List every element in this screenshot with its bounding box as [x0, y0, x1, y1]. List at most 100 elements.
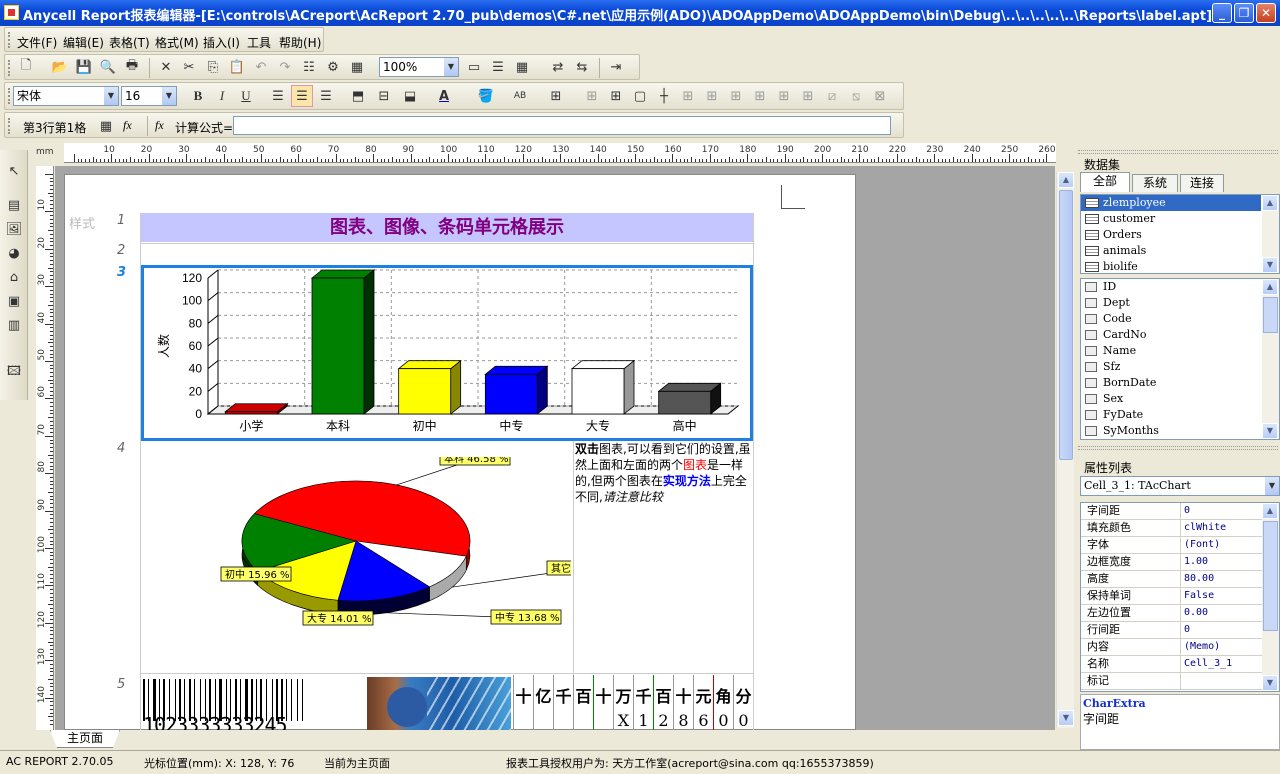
property-row[interactable]: 字体 (Font): [1081, 537, 1263, 554]
scroll-down-icon[interactable]: ▼: [1262, 675, 1278, 691]
money-cell-icon[interactable]: ▥: [3, 314, 25, 336]
text-style-icon[interactable]: AB: [509, 85, 531, 107]
valign-top-icon[interactable]: ⬒: [347, 85, 369, 107]
property-value[interactable]: 80.00: [1181, 571, 1214, 587]
field-item[interactable]: Name: [1081, 343, 1279, 359]
underline-button[interactable]: U: [235, 85, 257, 107]
diag-down-icon[interactable]: ⧄: [821, 85, 843, 107]
exit-icon[interactable]: ⇥: [605, 56, 627, 78]
border-none-icon[interactable]: ⊞: [581, 85, 603, 107]
border-right-icon[interactable]: ⊞: [725, 85, 747, 107]
preview-icon[interactable]: 🔍: [97, 56, 119, 78]
settings-icon[interactable]: ⚙: [322, 56, 344, 78]
swap-icon[interactable]: ⇄: [547, 56, 569, 78]
photo-image[interactable]: [367, 677, 511, 731]
note-text[interactable]: 双击图表,可以看到它们的设置,虽然上面和左面的两个图表是一样的,但两个图表在实现…: [575, 441, 753, 505]
field-list[interactable]: ID Dept Code CardNo Name Sfz BornDate Sex FyDate…: [1080, 278, 1280, 440]
border-h-icon[interactable]: ⊞: [677, 85, 699, 107]
field-item[interactable]: CardNo: [1081, 327, 1279, 343]
fill-color-icon[interactable]: 🪣: [475, 85, 497, 107]
scroll-thumb[interactable]: [1263, 521, 1278, 631]
property-row[interactable]: 字间距 0: [1081, 503, 1263, 520]
field-item[interactable]: Sfz: [1081, 359, 1279, 375]
cut-icon[interactable]: ✂: [178, 56, 200, 78]
rows-icon[interactable]: ☰: [487, 56, 509, 78]
property-row[interactable]: 行间距 0: [1081, 622, 1263, 639]
print-icon[interactable]: 🖶: [121, 56, 143, 78]
dataset-scrollbar[interactable]: ▲ ▼: [1262, 195, 1279, 273]
open-icon[interactable]: 📂: [49, 56, 71, 78]
field-item[interactable]: Code: [1081, 311, 1279, 327]
money-grid[interactable]: 十亿千百十万X千1百2十8元6角0分0: [513, 675, 753, 731]
menu-edit[interactable]: 编辑(E): [63, 34, 104, 51]
sheet-tab-main[interactable]: 主页面: [50, 730, 120, 748]
dataset-item[interactable]: customer: [1081, 211, 1279, 227]
font-size-select[interactable]: 16 ▼: [121, 86, 177, 106]
property-row[interactable]: 名称 Cell_3_1: [1081, 656, 1263, 673]
props-scrollbar[interactable]: ▲ ▼: [1262, 503, 1279, 691]
new-icon[interactable]: 🗋: [15, 56, 37, 78]
border-inner-icon[interactable]: ┼: [653, 85, 675, 107]
field-item[interactable]: FyDate: [1081, 407, 1279, 423]
property-value[interactable]: [1181, 673, 1184, 689]
dataset-item[interactable]: Orders: [1081, 227, 1279, 243]
border-mid-icon[interactable]: ⊞: [797, 85, 819, 107]
picture-icon[interactable]: 🖾: [3, 362, 25, 384]
border-outer-icon[interactable]: ▢: [629, 85, 651, 107]
object-select[interactable]: Cell_3_1: TAcChart ▼: [1080, 476, 1280, 496]
field-item[interactable]: ID: [1081, 279, 1279, 295]
scroll-down-icon[interactable]: ▼: [1262, 257, 1278, 273]
valign-bottom-icon[interactable]: ⬓: [399, 85, 421, 107]
field-item[interactable]: BornDate: [1081, 375, 1279, 391]
report-page[interactable]: 样式 1 2 3 4 5 图表、图像、条码单元格展示 0 20 40 60 80 100 1…: [64, 174, 856, 739]
property-value[interactable]: clWhite: [1181, 520, 1226, 536]
property-row[interactable]: 左边位置 0.00: [1081, 605, 1263, 622]
memo-cell-icon[interactable]: ▣: [3, 290, 25, 312]
save-icon[interactable]: 💾: [73, 56, 95, 78]
font-select[interactable]: 宋体 ▼: [13, 86, 119, 106]
field-item[interactable]: Dept: [1081, 295, 1279, 311]
field-item[interactable]: SyMonths: [1081, 423, 1279, 439]
property-row[interactable]: 高度 80.00: [1081, 571, 1263, 588]
bar-chart-cell[interactable]: 0 20 40 60 80 100 120 小学 本科 初中 中专 大专 高中 人数: [141, 265, 753, 441]
scroll-down-icon[interactable]: ▼: [1262, 423, 1278, 439]
pie-chart[interactable]: 本科 46.58 % 其它 9.77 % 中专 13.68 % 大专 14.01 % 初…: [141, 457, 571, 647]
dataset-list[interactable]: zlemployee customer Orders animals biolife: [1080, 194, 1280, 274]
diag-both-icon[interactable]: ⊠: [869, 85, 891, 107]
dataset-item[interactable]: animals: [1081, 243, 1279, 259]
scroll-thumb[interactable]: [1263, 297, 1278, 333]
report-title[interactable]: 图表、图像、条码单元格展示: [141, 213, 753, 242]
zoom-select[interactable]: 100% ▼: [379, 57, 459, 77]
paste-icon[interactable]: 📋: [226, 56, 248, 78]
dataset-item[interactable]: zlemployee: [1081, 195, 1261, 211]
formula-input[interactable]: [233, 116, 891, 135]
property-row[interactable]: 标记: [1081, 673, 1263, 690]
border-left-icon[interactable]: ⊞: [701, 85, 723, 107]
scroll-up-icon[interactable]: ▲: [1262, 195, 1278, 211]
pointer-icon[interactable]: ↖: [3, 160, 25, 182]
page-icon[interactable]: ▭: [463, 56, 485, 78]
property-value[interactable]: 0: [1181, 503, 1190, 519]
border-bottom-icon[interactable]: ⊞: [773, 85, 795, 107]
field-scrollbar[interactable]: ▲ ▼: [1262, 279, 1279, 439]
menu-insert[interactable]: 插入(I): [203, 34, 240, 51]
merge-icon[interactable]: ⇆: [571, 56, 593, 78]
copy-icon[interactable]: ⎘: [202, 56, 224, 78]
scroll-up-icon[interactable]: ▲: [1262, 503, 1278, 519]
italic-button[interactable]: I: [211, 85, 233, 107]
align-left-icon[interactable]: ☰: [267, 85, 289, 107]
table-icon[interactable]: ▦: [511, 56, 533, 78]
fx-icon[interactable]: fx: [123, 118, 132, 133]
redo-icon[interactable]: ↷: [274, 56, 296, 78]
menu-help[interactable]: 帮助(H): [279, 34, 321, 51]
delete-icon[interactable]: ✕: [155, 56, 177, 78]
property-value[interactable]: (Font): [1181, 537, 1220, 553]
grid-icon[interactable]: ▦: [346, 56, 368, 78]
undo-icon[interactable]: ↶: [250, 56, 272, 78]
property-row[interactable]: 边框宽度 1.00: [1081, 554, 1263, 571]
table-icon[interactable]: ▦: [95, 115, 117, 137]
text-cell-icon[interactable]: ▤: [3, 194, 25, 216]
property-value[interactable]: (Memo): [1181, 639, 1220, 655]
property-row[interactable]: 内容 (Memo): [1081, 639, 1263, 656]
property-row[interactable]: 填充颜色 clWhite: [1081, 520, 1263, 537]
